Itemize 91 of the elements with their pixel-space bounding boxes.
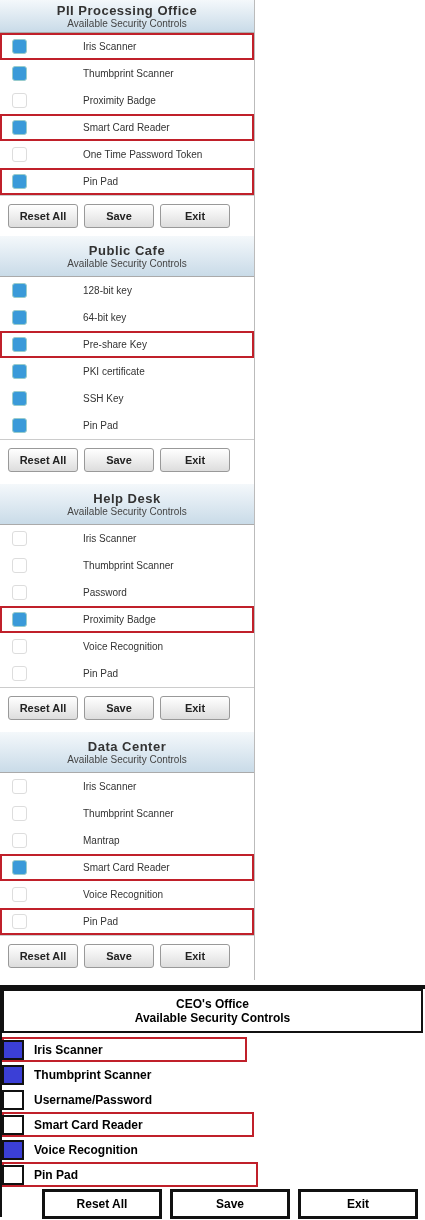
control-row[interactable]: Password [0, 579, 254, 606]
panel-button[interactable]: Save [84, 204, 154, 228]
panel-button[interactable]: Exit [160, 448, 230, 472]
control-label: Pin Pad [34, 1167, 78, 1182]
control-label: Voice Recognition [34, 1142, 138, 1157]
control-label: Voice Recognition [83, 641, 164, 652]
highlighted-row[interactable]: Iris Scanner [2, 1037, 247, 1062]
panel-button[interactable]: Reset All [8, 448, 78, 472]
panel-subtitle: Available Security Controls [66, 754, 188, 765]
control-row[interactable]: Iris Scanner [0, 525, 254, 552]
control-row[interactable]: Thumbprint Scanner [0, 60, 254, 87]
panel-subtitle: Available Security Controls [66, 18, 188, 29]
control-label: Smart Card Reader [83, 862, 170, 873]
checkbox[interactable] [2, 1039, 24, 1060]
control-row[interactable]: Thumbprint Scanner [0, 800, 254, 827]
highlighted-row[interactable]: Smart Card Reader [0, 854, 254, 881]
checkbox[interactable] [2, 1064, 24, 1085]
control-label: Proximity Badge [83, 614, 156, 625]
control-row[interactable]: Voice Recognition [0, 633, 254, 660]
control-label: Iris Scanner [83, 41, 137, 52]
control-row[interactable]: Voice Recognition [2, 1137, 247, 1162]
panel-title: CEO's Office [176, 997, 249, 1011]
control-row[interactable]: SSH Key [0, 385, 254, 412]
control-label: Iris Scanner [34, 1042, 103, 1057]
control-label: Pin Pad [83, 916, 119, 927]
checkbox[interactable] [2, 1139, 24, 1160]
panel-button[interactable]: Save [84, 696, 154, 720]
panel-button[interactable]: Reset All [8, 944, 78, 968]
control-row[interactable]: Username/Password [2, 1087, 247, 1112]
control-label: Thumbprint Scanner [83, 808, 174, 819]
control-label: Pin Pad [83, 176, 119, 187]
control-label: 128-bit key [83, 285, 132, 296]
highlighted-row[interactable]: Pin Pad [0, 908, 254, 935]
control-label: Pin Pad [83, 420, 119, 431]
control-label: Voice Recognition [83, 889, 164, 900]
control-row[interactable]: Pin Pad [0, 660, 254, 687]
checkbox[interactable] [2, 1114, 24, 1135]
panel-title: Data Center [86, 739, 168, 754]
panel-button[interactable]: Exit [160, 204, 230, 228]
panel-subtitle: Available Security Controls [134, 1011, 291, 1025]
highlighted-row[interactable]: Smart Card Reader [0, 114, 254, 141]
control-label: Pre-share Key [83, 339, 147, 350]
control-label: Mantrap [83, 835, 120, 846]
panel-title: Help Desk [92, 491, 162, 506]
panel-button[interactable]: Exit [298, 1189, 418, 1219]
panel-title: Public Cafe [87, 243, 167, 258]
highlighted-row[interactable]: Smart Card Reader [2, 1112, 254, 1137]
highlighted-row[interactable]: Pin Pad [2, 1162, 258, 1187]
control-row[interactable]: PKI certificate [0, 358, 254, 385]
panel-subtitle: Available Security Controls [66, 506, 188, 517]
control-row[interactable]: Thumbprint Scanner [2, 1062, 247, 1087]
panel-button[interactable]: Reset All [8, 204, 78, 228]
panel-button[interactable]: Exit [160, 944, 230, 968]
control-label: Iris Scanner [83, 533, 137, 544]
control-label: Pin Pad [83, 668, 119, 679]
control-row[interactable]: 128-bit key [0, 277, 254, 304]
panel-button[interactable]: Reset All [8, 696, 78, 720]
panel-button[interactable]: Save [170, 1189, 290, 1219]
control-label: Password [83, 587, 127, 598]
control-row[interactable]: Thumbprint Scanner [0, 552, 254, 579]
control-label: Smart Card Reader [83, 122, 170, 133]
control-row[interactable]: Iris Scanner [0, 773, 254, 800]
panel-button[interactable]: Exit [160, 696, 230, 720]
control-label: Smart Card Reader [34, 1117, 143, 1132]
checkbox[interactable] [2, 1164, 24, 1185]
panel-button[interactable]: Save [84, 944, 154, 968]
control-label: Iris Scanner [83, 781, 137, 792]
control-row[interactable]: Proximity Badge [0, 87, 254, 114]
panel-button[interactable]: Save [84, 448, 154, 472]
panel-button[interactable]: Reset All [42, 1189, 162, 1219]
control-label: SSH Key [83, 393, 124, 404]
control-label: Thumbprint Scanner [83, 68, 174, 79]
control-label: Username/Password [34, 1092, 153, 1107]
highlighted-row[interactable]: Pre-share Key [0, 331, 254, 358]
control-label: Proximity Badge [83, 95, 156, 106]
control-row[interactable]: 64-bit key [0, 304, 254, 331]
checkbox[interactable] [2, 1089, 24, 1110]
highlighted-row[interactable]: Iris Scanner [0, 33, 254, 60]
control-row[interactable]: Mantrap [0, 827, 254, 854]
control-row[interactable]: One Time Password Token [0, 141, 254, 168]
control-label: Thumbprint Scanner [83, 560, 174, 571]
highlighted-row[interactable]: Pin Pad [0, 168, 254, 195]
control-label: Thumbprint Scanner [34, 1067, 152, 1082]
panel-subtitle: Available Security Controls [66, 258, 188, 269]
control-label: 64-bit key [83, 312, 127, 323]
panel-title: PII Processing Office [55, 3, 199, 18]
control-row[interactable]: Pin Pad [0, 412, 254, 439]
highlighted-row[interactable]: Proximity Badge [0, 606, 254, 633]
control-label: PKI certificate [83, 366, 145, 377]
control-row[interactable]: Voice Recognition [0, 881, 254, 908]
control-label: One Time Password Token [83, 149, 203, 160]
